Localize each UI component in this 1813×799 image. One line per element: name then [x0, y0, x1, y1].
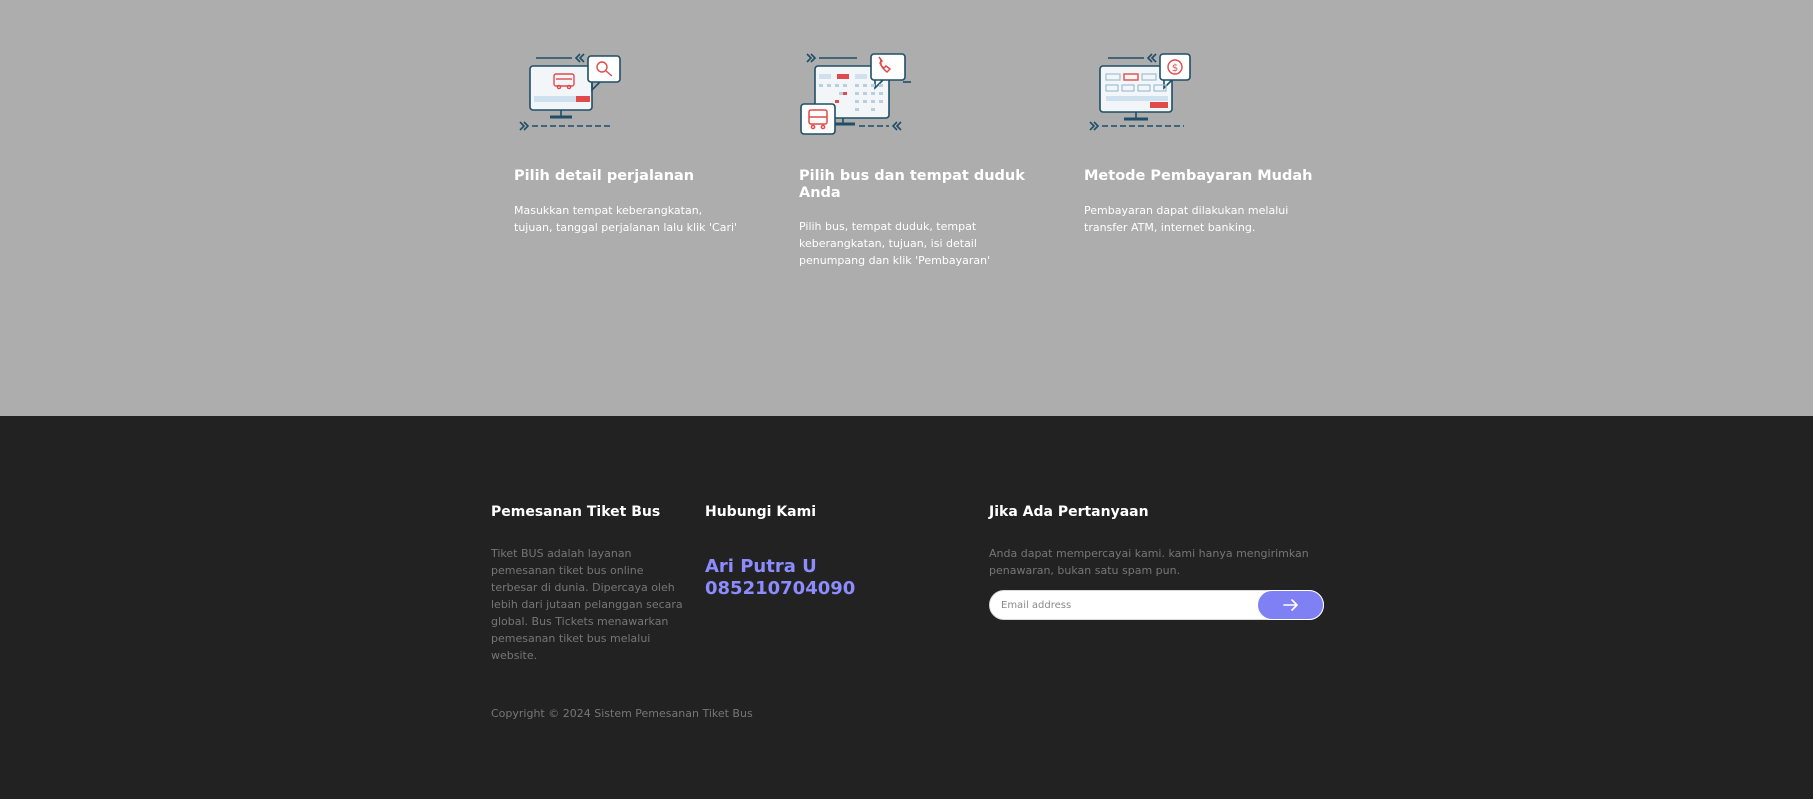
how-it-works-section: Pilih detail perjalanan Masukkan tempat …: [0, 0, 1813, 416]
step-title: Pilih detail perjalanan: [514, 168, 695, 184]
step-description: Masukkan tempat keberangkatan, tujuan, t…: [514, 204, 738, 234]
svg-text:$: $: [1172, 63, 1178, 74]
footer-newsletter-title: Jika Ada Pertanyaan: [989, 504, 1149, 520]
site-footer: [0, 416, 1813, 799]
monitor-bus-search-icon: [519, 53, 621, 131]
footer-about-text: Tiket BUS adalah layanan pemesanan tiket…: [491, 547, 683, 662]
footer-contact-title: Hubungi Kami: [705, 504, 817, 520]
copyright-text: Copyright © 2024 Sistem Pemesanan Tiket …: [491, 707, 753, 720]
arrow-right-icon: [1282, 599, 1298, 611]
email-input[interactable]: [990, 591, 1240, 619]
step-title: Pilih bus dan tempat duduk Anda: [799, 168, 1025, 201]
subscribe-button[interactable]: [1257, 590, 1324, 620]
step-description: Pembayaran dapat dilakukan melalui trans…: [1084, 204, 1289, 234]
footer-about-title: Pemesanan Tiket Bus: [491, 504, 661, 520]
calendar-seat-phone-icon: [800, 53, 911, 135]
step-title: Metode Pembayaran Mudah: [1084, 168, 1313, 184]
step-description: Pilih bus, tempat duduk, tempat keberang…: [799, 220, 991, 267]
newsletter-form: [989, 590, 1324, 620]
contact-name: Ari Putra U: [705, 556, 817, 577]
monitor-payment-dollar-icon: $: [1089, 53, 1191, 131]
contact-phone[interactable]: 085210704090: [705, 578, 855, 600]
footer-newsletter-text: Anda dapat mempercayai kami. kami hanya …: [989, 547, 1309, 577]
